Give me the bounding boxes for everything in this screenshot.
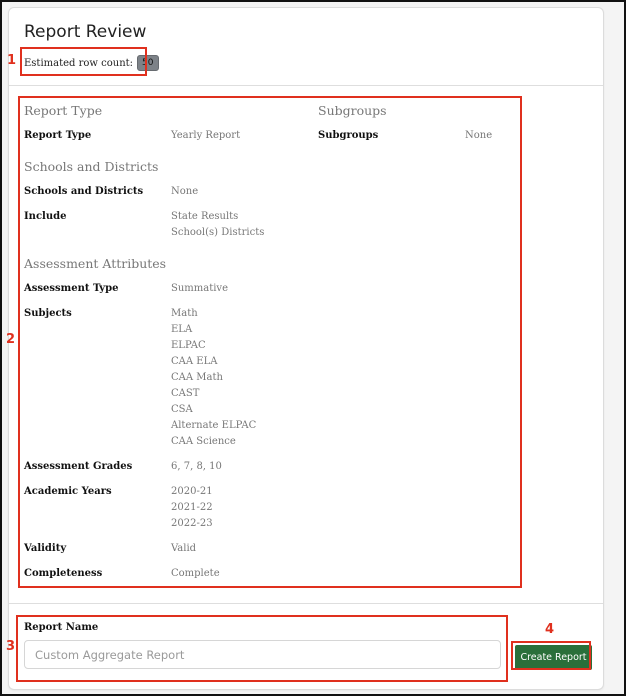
annotation-number-4: 4 <box>545 622 555 637</box>
report-summary: Report Type Report Type Yearly Report Schoo… <box>9 86 603 604</box>
field-label: Validity <box>24 543 67 554</box>
summary-field: Subjects Math ELA ELPAC CAA ELA CAA Math CAST C… <box>24 306 314 450</box>
field-values: Summative <box>171 281 228 297</box>
field-label: Report Type <box>24 130 92 141</box>
field-value: CSA <box>171 404 193 415</box>
field-value: None <box>465 130 493 141</box>
field-value: CAA Math <box>171 372 223 383</box>
section-heading: Subgroups <box>318 103 387 118</box>
summary-field: Validity Valid <box>24 541 314 557</box>
field-value: 2021-22 <box>171 502 213 513</box>
field-values: Math ELA ELPAC CAA ELA CAA Math CAST CSA Altern… <box>171 306 256 450</box>
create-report-button[interactable]: Create Report <box>515 645 592 670</box>
field-value: Complete <box>171 568 220 579</box>
field-label: Subgroups <box>318 130 379 141</box>
summary-field: Schools and Districts None <box>24 184 314 200</box>
summary-field: Subgroups None <box>318 128 518 144</box>
field-values: 6, 7, 8, 10 <box>171 459 222 475</box>
field-value: CAST <box>171 388 200 399</box>
report-review-card: Report Review Estimated row count: 50 Re… <box>8 7 604 690</box>
section-heading: Assessment Attributes <box>24 256 167 271</box>
field-label: Subjects <box>24 308 72 319</box>
field-label: Completeness <box>24 568 103 579</box>
field-label: Include <box>24 211 67 222</box>
field-value: ELA <box>171 324 193 335</box>
annotation-number-2: 2 <box>6 332 16 347</box>
field-value: Math <box>171 308 198 319</box>
field-values: Valid <box>171 541 196 557</box>
report-name-footer: Report Name Create Report <box>9 604 603 691</box>
field-values: State Results School(s) Districts <box>171 209 264 241</box>
field-value: Yearly Report <box>171 130 241 141</box>
summary-field: Report Type Yearly Report <box>24 128 314 144</box>
summary-field: Assessment Type Summative <box>24 281 314 297</box>
field-label: Assessment Grades <box>24 461 133 472</box>
field-value: CAA ELA <box>171 356 218 367</box>
field-label: Academic Years <box>24 486 112 497</box>
field-value: Summative <box>171 283 229 294</box>
annotation-number-3: 3 <box>6 639 16 654</box>
summary-left-column: Report Type Report Type Yearly Report Schoo… <box>24 103 314 591</box>
field-value: 2022-23 <box>171 518 213 529</box>
field-values: Yearly Report <box>171 128 240 144</box>
summary-field: Include State Results School(s) Districts <box>24 209 314 241</box>
field-values: Complete <box>171 566 220 582</box>
field-value: School(s) Districts <box>171 227 265 238</box>
section-heading: Report Type <box>24 103 103 118</box>
page-title: Report Review <box>24 22 147 42</box>
field-value: State Results <box>171 211 239 222</box>
annotation-number-1: 1 <box>7 53 17 68</box>
estimated-row-count: Estimated row count: 50 <box>24 55 159 71</box>
field-value: 6, 7, 8, 10 <box>171 461 222 472</box>
field-value: ELPAC <box>171 340 206 351</box>
field-value: None <box>171 186 199 197</box>
field-value: 2020-21 <box>171 486 213 497</box>
summary-field: Assessment Grades 6, 7, 8, 10 <box>24 459 314 475</box>
card-header: Report Review Estimated row count: 50 <box>9 8 603 86</box>
row-count-badge: 50 <box>137 55 159 71</box>
field-values: 2020-21 2021-22 2022-23 <box>171 484 213 532</box>
report-name-input[interactable] <box>24 640 501 669</box>
field-value: Valid <box>171 543 197 554</box>
summary-field: Completeness Complete <box>24 566 314 582</box>
report-name-label: Report Name <box>24 622 99 633</box>
summary-right-column: Subgroups Subgroups None <box>318 103 518 153</box>
field-values: None <box>465 128 492 144</box>
summary-field: Academic Years 2020-21 2021-22 2022-23 <box>24 484 314 532</box>
row-count-label: Estimated row count: <box>24 57 134 69</box>
field-label: Schools and Districts <box>24 186 144 197</box>
field-label: Assessment Type <box>24 283 119 294</box>
field-values: None <box>171 184 198 200</box>
section-heading: Schools and Districts <box>24 159 159 174</box>
field-value: CAA Science <box>171 436 236 447</box>
field-value: Alternate ELPAC <box>171 420 257 431</box>
